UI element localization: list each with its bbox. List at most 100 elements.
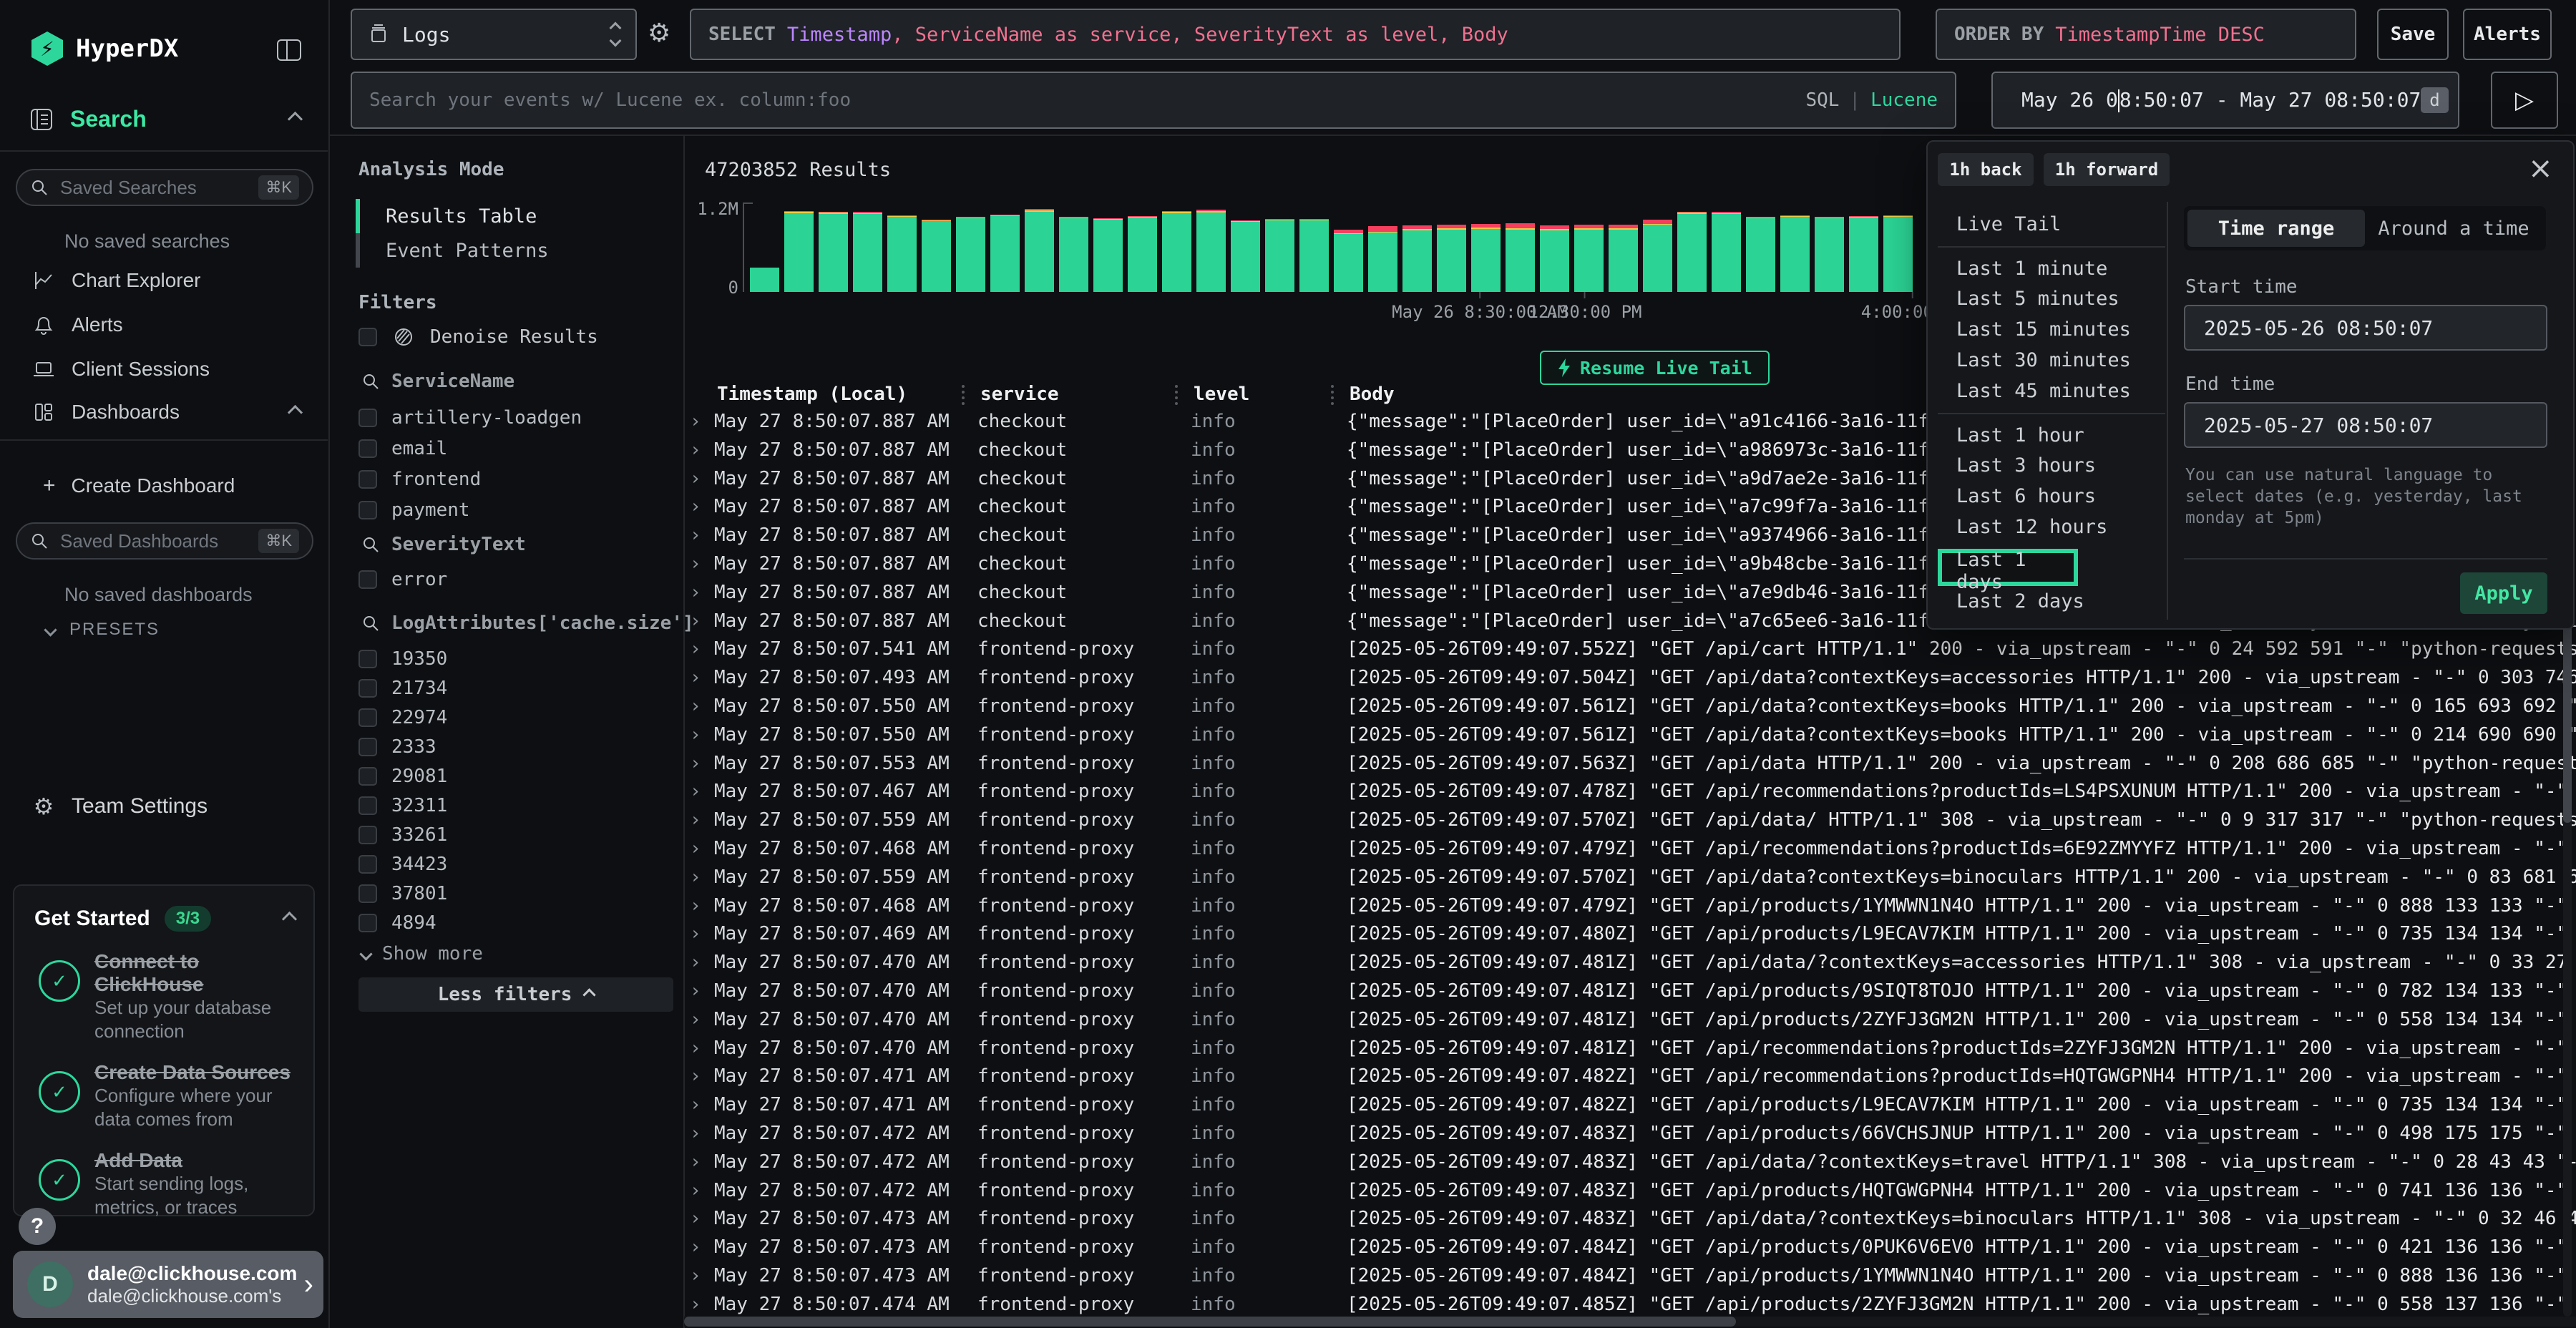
column-header-service[interactable]: service [980, 384, 1194, 405]
filter-value-row[interactable]: artillery-loadgen [358, 402, 666, 433]
checkbox-icon[interactable] [358, 328, 377, 346]
column-resize-handle[interactable] [962, 385, 965, 405]
row-expand-icon[interactable]: › [684, 750, 714, 778]
quick-range-option[interactable]: Last 6 hours [1938, 481, 2165, 512]
filter-value-row[interactable]: 21734 [358, 673, 666, 703]
histogram-bar[interactable] [1540, 225, 1569, 292]
sql-select-input[interactable]: SELECT Timestamp , ServiceName as servic… [690, 9, 1901, 60]
histogram-bar[interactable] [1059, 217, 1088, 292]
row-expand-icon[interactable]: › [684, 664, 714, 693]
chevron-up-icon[interactable] [288, 404, 303, 419]
histogram-bar[interactable] [1437, 225, 1466, 292]
log-row[interactable]: › May 27 8:50:07.470 AM frontend-proxy i… [684, 1035, 2576, 1063]
histogram-bar[interactable] [1849, 216, 1878, 292]
row-expand-icon[interactable]: › [684, 920, 714, 949]
end-time-input[interactable]: 2025-05-27 08:50:07 [2184, 402, 2547, 448]
row-expand-icon[interactable]: › [684, 835, 714, 864]
histogram-bar[interactable] [1815, 217, 1844, 292]
histogram-bar[interactable] [853, 212, 882, 292]
sidebar-item-search[interactable]: Search [29, 106, 301, 132]
log-row[interactable]: › May 27 8:50:07.470 AM frontend-proxy i… [684, 977, 2576, 1006]
user-menu[interactable]: D dale@clickhouse.com dale@clickhouse.co… [13, 1251, 323, 1318]
filter-value-row[interactable]: 19350 [358, 644, 666, 673]
quick-range-option[interactable]: Last 3 hours [1938, 450, 2165, 481]
row-expand-icon[interactable]: › [684, 1291, 714, 1319]
histogram-bar[interactable] [1471, 224, 1501, 292]
histogram-bar[interactable] [887, 215, 917, 292]
log-row[interactable]: › May 27 8:50:07.473 AM frontend-proxy i… [684, 1262, 2576, 1291]
log-row[interactable]: › May 27 8:50:07.559 AM frontend-proxy i… [684, 864, 2576, 892]
row-expand-icon[interactable]: › [684, 864, 714, 892]
row-expand-icon[interactable]: › [684, 1120, 714, 1148]
source-select[interactable]: Logs [351, 9, 637, 60]
date-range-input[interactable]: May 26 08:50:07 - May 27 08:50:07 d [1991, 72, 2459, 129]
row-expand-icon[interactable]: › [684, 721, 714, 750]
quick-range-option[interactable]: Last 30 minutes [1938, 345, 2165, 376]
alerts-button[interactable]: Alerts [2463, 9, 2552, 60]
log-row[interactable]: › May 27 8:50:07.550 AM frontend-proxy i… [684, 721, 2576, 750]
row-expand-icon[interactable]: › [684, 607, 714, 636]
row-expand-icon[interactable]: › [684, 693, 714, 721]
close-icon[interactable]: × [2528, 150, 2553, 185]
lucene-search-input[interactable]: Search your events w/ Lucene ex. column:… [351, 72, 1956, 129]
quick-range-option[interactable]: Last 15 minutes [1938, 314, 2165, 345]
lucene-mode-toggle[interactable]: Lucene [1870, 89, 1938, 111]
quick-range-option[interactable]: Last 2 days [1938, 586, 2165, 617]
get-started-item[interactable]: ✓ Create Data Sources Configure where yo… [39, 1061, 295, 1131]
filter-value-row[interactable]: 29081 [358, 761, 666, 791]
column-resize-handle[interactable] [1175, 385, 1178, 405]
histogram-bar[interactable] [1368, 226, 1397, 292]
filter-value-row[interactable]: error [358, 564, 666, 595]
filter-value-row[interactable]: email [358, 433, 666, 464]
histogram-bar[interactable] [1334, 230, 1363, 292]
row-expand-icon[interactable]: › [684, 465, 714, 494]
get-started-item[interactable]: ✓ Connect to ClickHouse Set up your data… [39, 950, 295, 1043]
histogram-bar[interactable] [1093, 218, 1123, 292]
start-time-input[interactable]: 2025-05-26 08:50:07 [2184, 305, 2547, 351]
log-row[interactable]: › May 27 8:50:07.493 AM frontend-proxy i… [684, 664, 2576, 693]
row-expand-icon[interactable]: › [684, 1177, 714, 1206]
row-expand-icon[interactable]: › [684, 1035, 714, 1063]
row-expand-icon[interactable]: › [684, 550, 714, 579]
log-row[interactable]: › May 27 8:50:07.471 AM frontend-proxy i… [684, 1063, 2576, 1091]
histogram-bar[interactable] [1231, 220, 1260, 292]
row-expand-icon[interactable]: › [684, 579, 714, 607]
save-button[interactable]: Save [2377, 9, 2449, 60]
less-filters-button[interactable]: Less filters [358, 977, 673, 1012]
run-query-button[interactable]: ▷ [2491, 72, 2558, 129]
histogram-bar[interactable] [1265, 219, 1294, 292]
source-settings-gear-icon[interactable]: ⚙ [648, 19, 670, 48]
filter-value-row[interactable]: 22974 [358, 703, 666, 732]
quick-range-option[interactable]: Last 1 minute [1938, 246, 2165, 283]
histogram-bar[interactable] [1883, 215, 1913, 292]
chevron-up-icon[interactable] [282, 911, 297, 926]
log-row[interactable]: › May 27 8:50:07.470 AM frontend-proxy i… [684, 1006, 2576, 1035]
column-header-timestamp[interactable]: Timestamp (Local) [717, 384, 980, 405]
row-expand-icon[interactable]: › [684, 1234, 714, 1262]
sidebar-item-team-settings[interactable]: ⚙ Team Settings [0, 793, 329, 820]
histogram-bar[interactable] [1609, 225, 1638, 292]
create-dashboard-button[interactable]: + Create Dashboard [43, 474, 235, 498]
row-expand-icon[interactable]: › [684, 1063, 714, 1091]
log-row[interactable]: › May 27 8:50:07.468 AM frontend-proxy i… [684, 892, 2576, 921]
histogram-bar[interactable] [990, 215, 1020, 292]
row-expand-icon[interactable]: › [684, 408, 714, 436]
quick-range-option[interactable]: Last 12 hours [1938, 512, 2165, 542]
shift-1h-back-button[interactable]: 1h back [1938, 153, 2034, 186]
filter-value-row[interactable]: 4894 [358, 908, 666, 937]
log-row[interactable]: › May 27 8:50:07.550 AM frontend-proxy i… [684, 693, 2576, 721]
sidebar-item-client-sessions[interactable]: Client Sessions [0, 358, 329, 381]
shift-1h-forward-button[interactable]: 1h forward [2044, 153, 2170, 186]
horizontal-scrollbar[interactable] [684, 1317, 2576, 1327]
time-picker-tab[interactable]: Time range [2187, 210, 2365, 247]
row-expand-icon[interactable]: › [684, 892, 714, 921]
log-row[interactable]: › May 27 8:50:07.474 AM frontend-proxy i… [684, 1291, 2576, 1319]
apply-button[interactable]: Apply [2460, 572, 2547, 614]
quick-range-option[interactable]: Live Tail [1938, 209, 2165, 240]
presets-toggle[interactable]: PRESETS [46, 620, 160, 640]
histogram-bar[interactable] [1780, 215, 1810, 292]
time-picker-tab[interactable]: Around a time [2365, 210, 2542, 247]
row-expand-icon[interactable]: › [684, 1006, 714, 1035]
row-expand-icon[interactable]: › [684, 1091, 714, 1120]
row-expand-icon[interactable]: › [684, 949, 714, 977]
